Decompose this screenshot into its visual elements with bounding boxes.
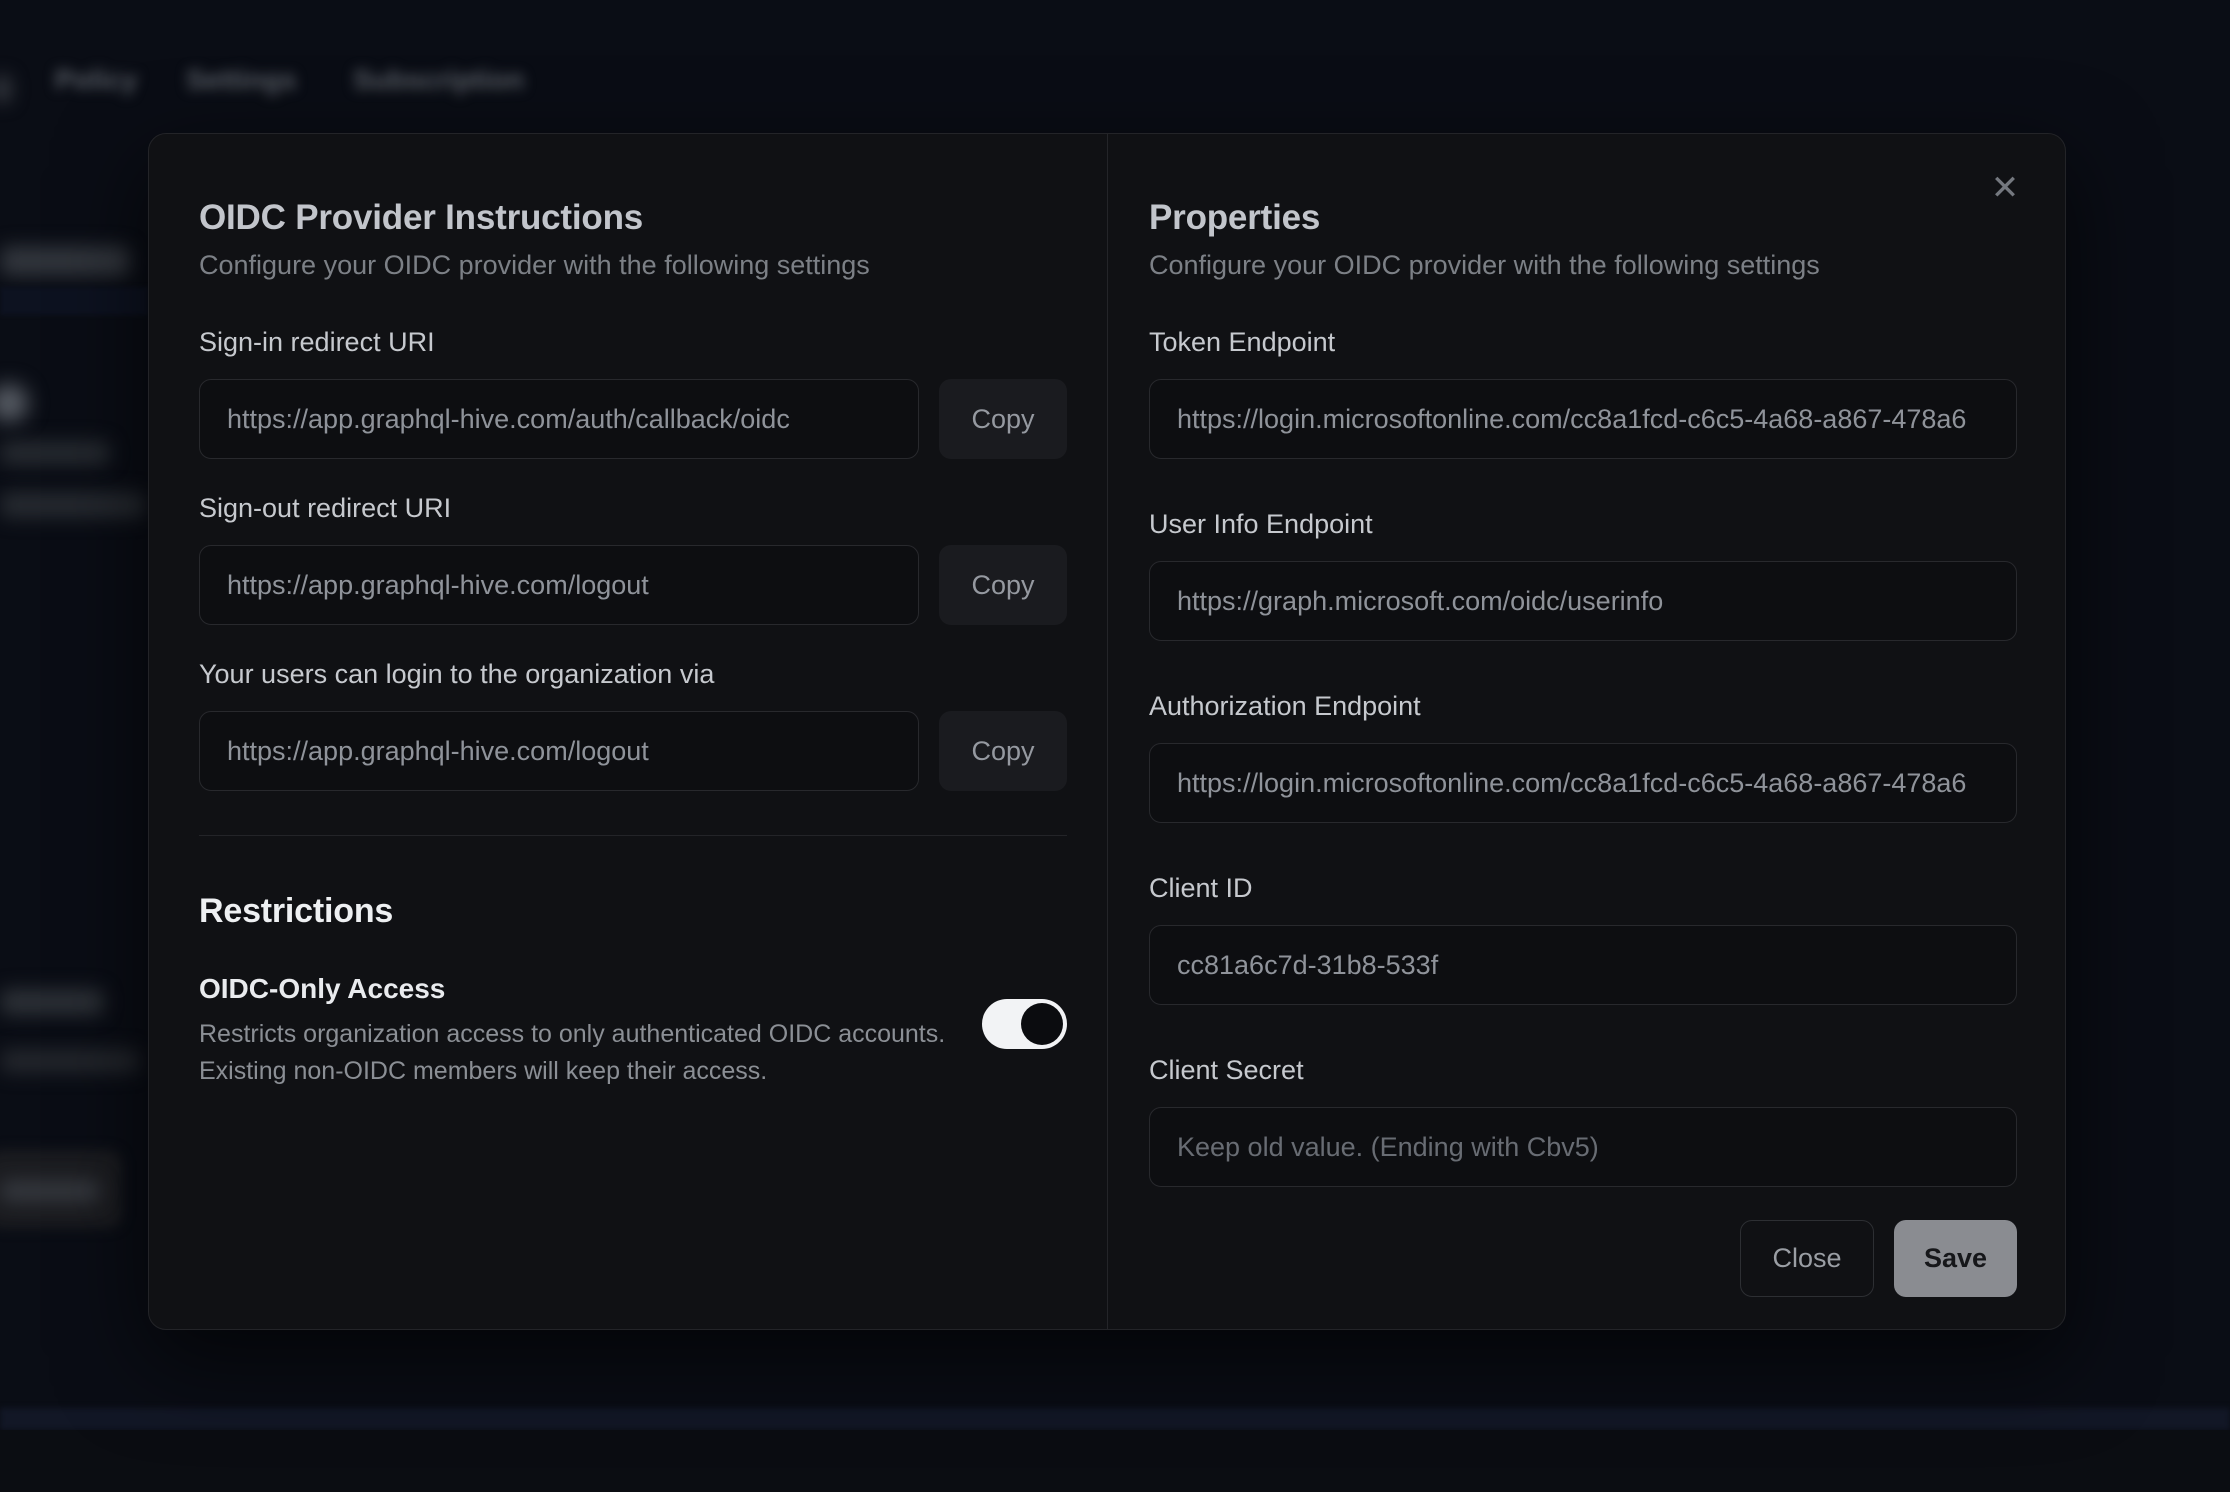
blurred-dot-fragment	[0, 384, 28, 422]
section-subtitle: Configure your OIDC provider with the fo…	[199, 248, 1067, 282]
save-button[interactable]: Save	[1894, 1220, 2017, 1297]
token-endpoint-field: Token Endpoint	[1149, 325, 2017, 459]
field-label: Client Secret	[1149, 1053, 2017, 1087]
restrictions-title: Restrictions	[199, 891, 1067, 931]
user-info-endpoint-field: User Info Endpoint	[1149, 507, 2017, 641]
page: Policy Settings Subscription OIDC Provid…	[0, 0, 2230, 1492]
oidc-instructions-section: OIDC Provider Instructions Configure you…	[149, 134, 1107, 1329]
field-label: Client ID	[1149, 871, 2017, 905]
field-label: Authorization Endpoint	[1149, 689, 2017, 723]
copy-button[interactable]: Copy	[939, 545, 1067, 625]
tab-subscription[interactable]: Subscription	[353, 55, 524, 105]
copy-button[interactable]: Copy	[939, 711, 1067, 791]
toggle-label: OIDC-Only Access	[199, 971, 945, 1007]
properties-section: ✕ Properties Configure your OIDC provide…	[1107, 134, 2065, 1329]
blurred-text-fragment	[0, 989, 104, 1015]
field-label: Your users can login to the organization…	[199, 657, 1067, 691]
token-endpoint-input[interactable]	[1149, 379, 2017, 459]
oidc-only-access-row: OIDC-Only Access Restricts organization …	[199, 971, 1067, 1090]
oidc-settings-dialog: OIDC Provider Instructions Configure you…	[148, 133, 2066, 1330]
client-id-input[interactable]	[1149, 925, 2017, 1005]
sign-in-redirect-field: Sign-in redirect URI Copy	[199, 325, 1067, 459]
client-id-field: Client ID	[1149, 871, 2017, 1005]
client-secret-field: Client Secret	[1149, 1053, 2017, 1187]
oidc-only-access-toggle[interactable]	[982, 999, 1067, 1049]
sign-in-redirect-input[interactable]	[199, 379, 919, 459]
copy-button[interactable]: Copy	[939, 379, 1067, 459]
oidc-only-access-text: OIDC-Only Access Restricts organization …	[199, 971, 945, 1090]
tab-settings[interactable]: Settings	[186, 55, 296, 105]
login-via-field: Your users can login to the organization…	[199, 657, 1067, 791]
dialog-actions: Close Save	[1149, 1220, 2017, 1297]
blurred-text-fragment	[0, 1049, 140, 1073]
blurred-fragment	[0, 76, 10, 102]
sign-out-redirect-field: Sign-out redirect URI Copy	[199, 491, 1067, 625]
blurred-text-fragment	[0, 246, 130, 276]
section-subtitle: Configure your OIDC provider with the fo…	[1149, 248, 2017, 282]
section-title: OIDC Provider Instructions	[199, 197, 1067, 239]
blurred-text-fragment	[0, 441, 110, 465]
page-footer-band	[0, 1430, 2230, 1492]
toggle-description: Restricts organization access to only au…	[199, 1016, 945, 1090]
authorization-endpoint-input[interactable]	[1149, 743, 2017, 823]
field-label: Sign-in redirect URI	[199, 325, 1067, 359]
login-via-input[interactable]	[199, 711, 919, 791]
field-label: User Info Endpoint	[1149, 507, 2017, 541]
blurred-band	[0, 287, 148, 315]
authorization-endpoint-field: Authorization Endpoint	[1149, 689, 2017, 823]
blurred-bottom-band	[0, 1408, 2230, 1430]
toggle-knob	[1021, 1003, 1063, 1045]
field-label: Token Endpoint	[1149, 325, 2017, 359]
field-label: Sign-out redirect URI	[199, 491, 1067, 525]
blurred-text-fragment	[0, 492, 146, 518]
blurred-text-fragment	[0, 1180, 100, 1202]
close-icon[interactable]: ✕	[1981, 164, 2029, 212]
section-divider	[199, 835, 1067, 836]
close-button[interactable]: Close	[1740, 1220, 1874, 1297]
section-title: Properties	[1149, 197, 2017, 239]
client-secret-input[interactable]	[1149, 1107, 2017, 1187]
sign-out-redirect-input[interactable]	[199, 545, 919, 625]
user-info-endpoint-input[interactable]	[1149, 561, 2017, 641]
tab-policy[interactable]: Policy	[55, 55, 137, 105]
